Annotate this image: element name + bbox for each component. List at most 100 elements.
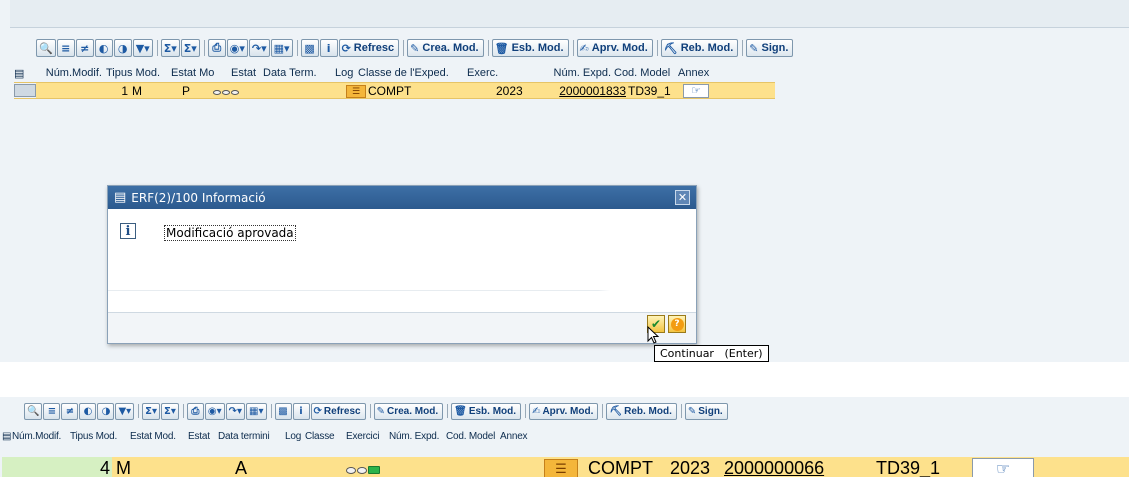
info-icon[interactable]: i bbox=[319, 39, 338, 57]
sum-icon[interactable]: Σ▾ bbox=[160, 39, 180, 57]
cell-estat bbox=[213, 84, 273, 98]
col-log[interactable]: Log bbox=[285, 431, 305, 442]
layout-icon[interactable]: ▦▾ bbox=[270, 39, 293, 57]
dialog-title-bar[interactable]: ▤ ERF(2)/100 Informació ✕ bbox=[108, 186, 696, 209]
cell-num-expd-link[interactable]: 2000000066 bbox=[720, 458, 876, 477]
col-estat[interactable]: Estat bbox=[228, 67, 260, 79]
col-exerc[interactable]: Exercici bbox=[346, 431, 389, 442]
col-log[interactable]: Log bbox=[333, 67, 357, 79]
create-mod-button[interactable]: ✎ Crea. Mod. bbox=[407, 39, 484, 57]
status-traffic-light-icon bbox=[213, 89, 239, 95]
attachment-hand-icon[interactable]: ☞ bbox=[972, 458, 1034, 477]
filter-rows-icon[interactable]: ≠ bbox=[75, 39, 94, 57]
print-icon[interactable]: ⎙ bbox=[207, 39, 226, 57]
cell-log[interactable]: ☰ bbox=[544, 457, 584, 477]
view-icon[interactable]: ◉▾ bbox=[226, 39, 248, 57]
row-select-box[interactable] bbox=[14, 84, 36, 97]
log-document-icon[interactable]: ☰ bbox=[544, 459, 578, 477]
col-estat[interactable]: Estat bbox=[188, 431, 218, 442]
col-exerc[interactable]: Exerc. bbox=[464, 67, 520, 79]
col-classe[interactable]: Classe bbox=[305, 431, 346, 442]
col-tipus-mod[interactable]: Tipus Mod. bbox=[102, 67, 168, 79]
col-estat-mod[interactable]: Estat Mo bbox=[168, 67, 228, 79]
col-num-modif[interactable]: Núm.Modif. bbox=[36, 67, 102, 79]
table-row[interactable]: 1 M P ☰ COMPT 2023 2000001833 TD39_1 ☞ bbox=[14, 82, 775, 99]
subtotal-icon[interactable]: Σ▾ bbox=[180, 39, 200, 57]
col-cod-model[interactable]: Cod. Model bbox=[614, 67, 676, 79]
sum-icon[interactable]: Σ▾ bbox=[142, 402, 161, 420]
cell-exerc: 2023 bbox=[670, 457, 711, 477]
binoculars-plus-icon[interactable]: ◑ bbox=[113, 39, 132, 57]
reject-mod-button[interactable]: ⛏ Reb. Mod. bbox=[606, 402, 677, 420]
col-annex[interactable]: Annex bbox=[676, 67, 716, 79]
print-icon[interactable]: ⎙ bbox=[186, 402, 204, 420]
cell-estat-mod: P bbox=[182, 83, 191, 98]
reject-icon: ⛏ bbox=[609, 405, 623, 417]
subtotal-icon[interactable]: Σ▾ bbox=[161, 402, 179, 420]
sign-button[interactable]: ✎ Sign. bbox=[746, 39, 794, 57]
zoom-icon[interactable]: 🔍 bbox=[24, 402, 43, 420]
colors-icon[interactable]: ▩ bbox=[300, 39, 319, 57]
cell-num-expd-link[interactable]: 2000001833 bbox=[532, 84, 628, 98]
col-num-expd[interactable]: Núm. Expd. bbox=[520, 67, 614, 79]
layout-icon[interactable]: ▦▾ bbox=[246, 402, 267, 420]
log-document-icon[interactable]: ☰ bbox=[346, 85, 366, 99]
export-icon[interactable]: ↷▾ bbox=[225, 402, 246, 420]
refresh-button[interactable]: ⟳ Refresc bbox=[338, 39, 400, 57]
table-row[interactable]: 4 M A ☰ COMPT 2023 2000000066 TD39_1 ☞ bbox=[2, 457, 1129, 477]
view-icon[interactable]: ◉▾ bbox=[204, 402, 225, 420]
funnel-icon[interactable]: ▼▾ bbox=[132, 39, 153, 57]
sign-button[interactable]: ✎ Sign. bbox=[684, 402, 728, 420]
col-data-term[interactable]: Data Term. bbox=[260, 67, 333, 79]
cell-cod-model: TD39_1 bbox=[876, 457, 941, 477]
refresh-label: Refresc bbox=[353, 42, 395, 54]
approve-mod-button[interactable]: ✍ Aprv. Mod. bbox=[576, 39, 653, 57]
delete-mod-button[interactable]: 🗑 Esb. Mod. bbox=[451, 402, 522, 420]
col-estat-mod[interactable]: Estat Mod. bbox=[130, 431, 188, 442]
align-left-icon[interactable]: ≡ bbox=[56, 39, 75, 57]
col-data-term[interactable]: Data termini bbox=[218, 431, 285, 442]
binoculars-plus-icon[interactable]: ◑ bbox=[97, 402, 115, 420]
reject-mod-button[interactable]: ⛏ Reb. Mod. bbox=[660, 39, 739, 57]
approve-mod-label: Aprv. Mod. bbox=[542, 405, 594, 417]
information-icon: i bbox=[120, 223, 136, 239]
cell-classe: COMPT bbox=[588, 457, 653, 477]
help-button[interactable]: ? bbox=[668, 315, 686, 333]
separator bbox=[403, 40, 405, 56]
cell-annex[interactable]: ☞ bbox=[683, 83, 717, 98]
export-icon[interactable]: ↷▾ bbox=[248, 39, 270, 57]
select-all-icon[interactable]: ▤ bbox=[2, 431, 12, 442]
filter-rows-icon[interactable]: ≠ bbox=[61, 402, 79, 420]
binoculars-icon[interactable]: ◐ bbox=[79, 402, 97, 420]
col-classe[interactable]: Classe de l'Exped. bbox=[357, 67, 464, 79]
info-icon[interactable]: i bbox=[292, 402, 310, 420]
delete-mod-button[interactable]: 🗑 Esb. Mod. bbox=[491, 39, 569, 57]
delete-mod-label: Esb. Mod. bbox=[468, 405, 517, 417]
cell-log[interactable]: ☰ bbox=[346, 83, 366, 99]
col-cod-model[interactable]: Cod. Model bbox=[446, 431, 500, 442]
separator bbox=[138, 404, 140, 418]
cell-annex[interactable]: ☞ bbox=[972, 458, 1042, 477]
zoom-icon[interactable]: 🔍 bbox=[36, 39, 56, 57]
colors-icon[interactable]: ▩ bbox=[274, 402, 292, 420]
col-num-modif[interactable]: Núm.Modif. bbox=[12, 431, 70, 442]
col-tipus-mod[interactable]: Tipus Mod. bbox=[70, 431, 130, 442]
align-left-icon[interactable]: ≡ bbox=[43, 402, 61, 420]
attachment-hand-icon[interactable]: ☞ bbox=[683, 83, 709, 98]
close-icon[interactable]: ✕ bbox=[675, 190, 690, 205]
select-all-icon[interactable]: ▤ bbox=[14, 67, 36, 80]
create-mod-button[interactable]: ✎ Crea. Mod. bbox=[373, 402, 444, 420]
separator bbox=[182, 404, 184, 418]
col-num-expd[interactable]: Núm. Expd. bbox=[389, 431, 446, 442]
sign-icon: ✎ bbox=[687, 405, 697, 417]
refresh-button[interactable]: ⟳ Refresc bbox=[310, 402, 366, 420]
row-selector[interactable] bbox=[14, 83, 36, 98]
create-mod-label: Crea. Mod. bbox=[422, 42, 479, 54]
reject-icon: ⛏ bbox=[663, 41, 678, 55]
refresh-label: Refresc bbox=[323, 405, 361, 417]
binoculars-icon[interactable]: ◐ bbox=[94, 39, 113, 57]
funnel-icon[interactable]: ▼▾ bbox=[115, 402, 135, 420]
col-annex[interactable]: Annex bbox=[500, 431, 540, 442]
approve-mod-button[interactable]: ✍ Aprv. Mod. bbox=[529, 402, 599, 420]
separator bbox=[680, 404, 682, 418]
